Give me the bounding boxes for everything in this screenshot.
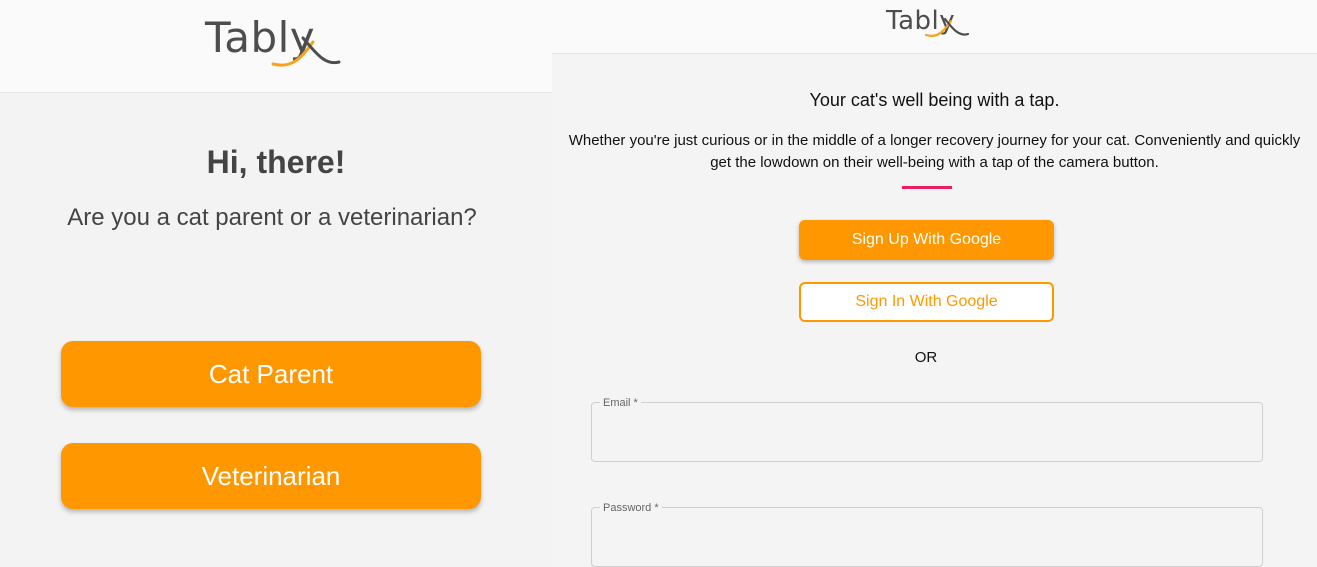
greeting-heading: Hi, there! <box>206 144 346 180</box>
tably-logo: Tably <box>205 12 341 67</box>
role-question: Are you a cat parent or a veterinarian? <box>67 204 477 231</box>
sign-up-google-button[interactable]: Sign Up With Google <box>799 220 1054 260</box>
sign-in-google-button[interactable]: Sign In With Google <box>799 282 1054 322</box>
email-input[interactable] <box>602 421 1252 453</box>
or-separator: OR <box>914 349 938 366</box>
password-input[interactable] <box>602 526 1252 558</box>
tagline-heading: Your cat's well being with a tap. <box>809 90 1060 110</box>
email-field[interactable]: Email * <box>591 396 1263 462</box>
password-field[interactable]: Password * <box>591 501 1263 567</box>
header-bar: Tably <box>552 0 1317 54</box>
veterinarian-button[interactable]: Veterinarian <box>61 443 481 509</box>
password-label: Password * <box>600 501 662 515</box>
accent-divider <box>902 186 952 189</box>
header-bar: Tably <box>0 0 552 93</box>
description-text: Whether you're just curious or in the mi… <box>568 132 1301 171</box>
email-label: Email * <box>600 396 641 410</box>
cat-parent-button[interactable]: Cat Parent <box>61 341 481 407</box>
sign-in-screen: Tably Your cat's well being with a tap. … <box>552 0 1317 567</box>
logo-swoosh-icon <box>924 17 970 38</box>
role-selection-screen: Tably Hi, there! Are you a cat parent or… <box>0 0 552 567</box>
tably-logo: Tably <box>886 3 970 39</box>
logo-swoosh-icon <box>271 36 341 67</box>
